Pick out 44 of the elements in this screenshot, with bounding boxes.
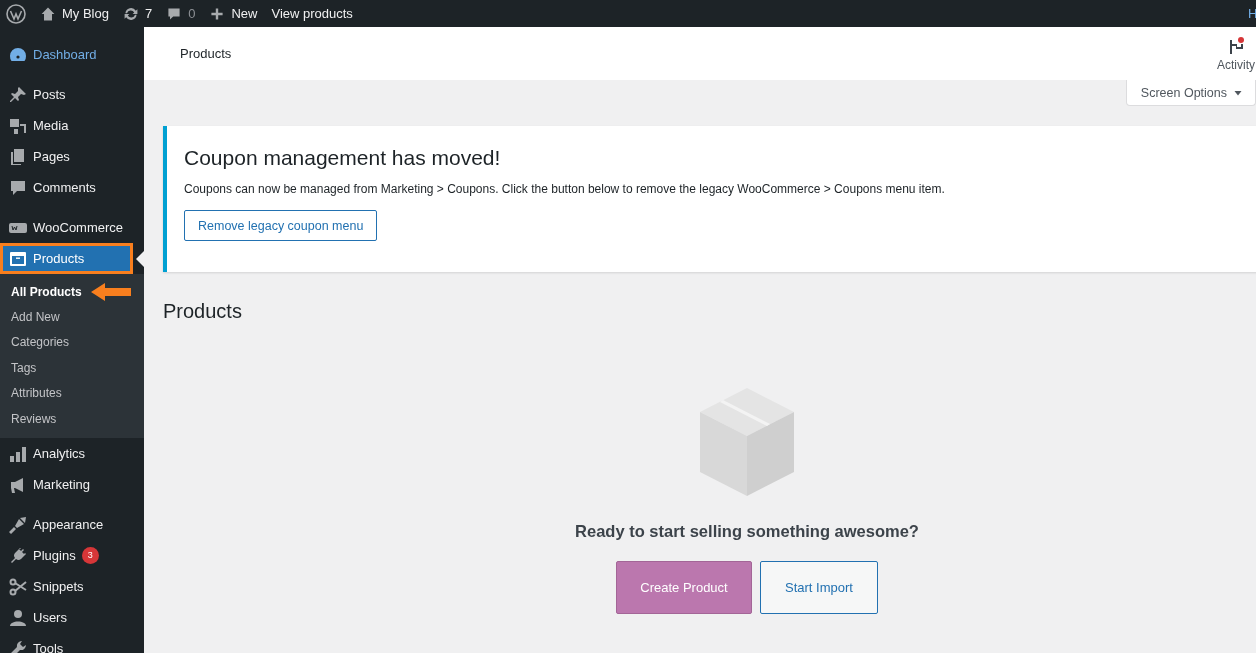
submenu-item[interactable]: Attributes bbox=[0, 386, 62, 401]
site-link[interactable]: My Blog bbox=[40, 5, 109, 22]
notice-title: Coupon management has moved! bbox=[184, 146, 502, 170]
submenu-item[interactable]: Reviews bbox=[0, 411, 57, 426]
sidebar-item[interactable]: Analytics bbox=[0, 438, 144, 470]
activity-button[interactable]: Activity bbox=[1217, 35, 1255, 72]
account-link[interactable]: H bbox=[1248, 6, 1256, 21]
start-import-button[interactable]: Start Import bbox=[760, 561, 878, 614]
submenu-item[interactable]: Tags bbox=[0, 360, 37, 375]
sidebar-item[interactable]: Dashboard bbox=[0, 39, 144, 70]
user-icon bbox=[8, 607, 28, 628]
sidebar-item[interactable]: Users bbox=[0, 602, 144, 634]
home-icon bbox=[40, 5, 56, 22]
paintbrush-icon bbox=[8, 514, 28, 535]
updates-link[interactable]: 7 bbox=[122, 5, 153, 22]
submenu-item[interactable]: All Products bbox=[0, 284, 82, 299]
remove-legacy-button[interactable]: Remove legacy coupon menu bbox=[184, 210, 378, 241]
comments-link[interactable]: 0 bbox=[166, 5, 196, 22]
notice-text: Coupons can now be managed from Marketing > Coupons. Click the button below to remove the legacy WooCommerce > Coupons menu item. bbox=[184, 182, 946, 196]
plus-icon bbox=[209, 5, 226, 22]
sidebar-item[interactable]: WooCommerce bbox=[0, 212, 144, 243]
refresh-icon bbox=[122, 5, 139, 22]
sidebar-item[interactable]: Snippets bbox=[0, 571, 144, 603]
empty-state-message: Ready to start selling something awesome? bbox=[575, 522, 919, 541]
page-title: Products bbox=[180, 46, 232, 61]
submenu-item[interactable]: Add New bbox=[0, 310, 60, 325]
scissors-icon bbox=[8, 576, 28, 597]
sidebar-item[interactable]: Posts bbox=[0, 79, 144, 110]
sidebar-item[interactable]: Comments bbox=[0, 172, 144, 203]
view-products-link[interactable]: View products bbox=[271, 6, 353, 21]
screen-options-button[interactable]: Screen Options bbox=[1125, 80, 1256, 106]
sidebar-item[interactable]: Appearance bbox=[0, 509, 144, 541]
new-link[interactable]: New bbox=[209, 5, 258, 22]
sidebar-item[interactable]: Marketing bbox=[0, 469, 144, 501]
sidebar-item[interactable]: Media bbox=[0, 110, 144, 141]
sidebar-item[interactable]: Tools bbox=[0, 633, 144, 653]
sidebar-item[interactable]: Pages bbox=[0, 141, 144, 172]
wordpress-logo-icon bbox=[6, 3, 26, 24]
count-badge: 3 bbox=[81, 547, 99, 565]
section-heading: Products bbox=[163, 300, 243, 324]
sidebar-item[interactable]: Plugins 3 bbox=[0, 540, 144, 572]
speech-bubble-icon bbox=[166, 5, 183, 22]
submenu-item[interactable]: Categories bbox=[0, 335, 70, 350]
pin-icon bbox=[8, 84, 28, 105]
